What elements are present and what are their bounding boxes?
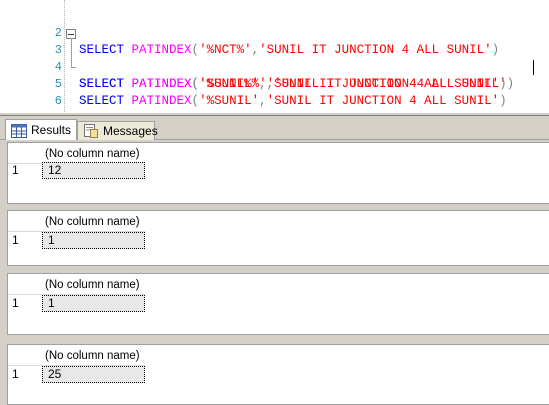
code-line[interactable]: 3 SELECT PATINDEX('%NCT%','SUNIL IT JUNC… bbox=[0, 8, 549, 57]
fold-guide bbox=[70, 38, 72, 68]
code-line[interactable]: 4 SELECT PATINDEX('%SUNIL%','SUNIL IT JU… bbox=[0, 25, 549, 91]
code-line[interactable]: 5 SELECT PATINDEX('SUNIL%','SUNIL IT JUN… bbox=[0, 42, 549, 91]
text-caret bbox=[533, 60, 534, 75]
result-grid[interactable]: (No column name) 1 1 bbox=[7, 210, 549, 266]
sql-string: 'SUNIL IT JUNCTION 4 ALL SUNIL' bbox=[266, 77, 500, 91]
line-number: 6 bbox=[54, 94, 62, 108]
sql-keyword: SELECT bbox=[79, 77, 125, 91]
sql-string: '%SUNIL' bbox=[199, 94, 260, 108]
sql-keyword: SELECT bbox=[79, 94, 125, 108]
grid-header: (No column name) bbox=[8, 348, 148, 365]
sql-editor[interactable]: 2 3 SELECT PATINDEX('%NCT%','SUNIL IT JU… bbox=[0, 0, 549, 112]
sql-string: 'SUNIL%' bbox=[199, 77, 260, 91]
grid-icon bbox=[11, 123, 27, 138]
column-header[interactable]: (No column name) bbox=[45, 146, 140, 163]
code-line[interactable]: 6 SELECT PATINDEX('%SUNIL','SUNIL IT JUN… bbox=[0, 59, 549, 108]
tab-messages-label: Messages bbox=[103, 123, 158, 138]
tab-messages[interactable]: Messages bbox=[77, 121, 158, 140]
grid-header: (No column name) bbox=[8, 277, 148, 294]
result-cell[interactable]: 1 bbox=[42, 295, 145, 312]
grid-header: (No column name) bbox=[8, 146, 148, 163]
column-header[interactable]: (No column name) bbox=[45, 214, 140, 231]
code-line[interactable]: 2 bbox=[0, 0, 549, 40]
results-tabstrip: Results Messages bbox=[0, 116, 549, 141]
column-header[interactable]: (No column name) bbox=[45, 277, 140, 294]
tab-results-label: Results bbox=[31, 123, 72, 137]
messages-icon bbox=[83, 124, 99, 138]
row-number[interactable]: 1 bbox=[12, 163, 19, 177]
results-area: (No column name) 1 12 (No column name) 1… bbox=[0, 140, 549, 405]
row-number[interactable]: 1 bbox=[12, 296, 19, 310]
result-cell[interactable]: 12 bbox=[42, 162, 145, 179]
line-number: 5 bbox=[54, 77, 62, 91]
result-cell[interactable]: 25 bbox=[42, 366, 145, 383]
result-cell[interactable]: 1 bbox=[42, 232, 145, 249]
sql-function: PATINDEX bbox=[131, 77, 192, 91]
result-grid[interactable]: (No column name) 1 12 bbox=[7, 142, 549, 204]
row-number[interactable]: 1 bbox=[12, 233, 19, 247]
sql-function: PATINDEX bbox=[131, 94, 192, 108]
fold-guide-end bbox=[70, 67, 76, 68]
result-grid[interactable]: (No column name) 1 25 bbox=[7, 344, 549, 405]
result-grid[interactable]: (No column name) 1 1 bbox=[7, 273, 549, 335]
grid-header: (No column name) bbox=[8, 214, 148, 231]
row-number[interactable]: 1 bbox=[12, 367, 19, 381]
tab-results[interactable]: Results bbox=[5, 119, 77, 141]
column-header[interactable]: (No column name) bbox=[45, 348, 140, 365]
sql-string: 'SUNIL IT JUNCTION 4 ALL SUNIL' bbox=[266, 94, 500, 108]
